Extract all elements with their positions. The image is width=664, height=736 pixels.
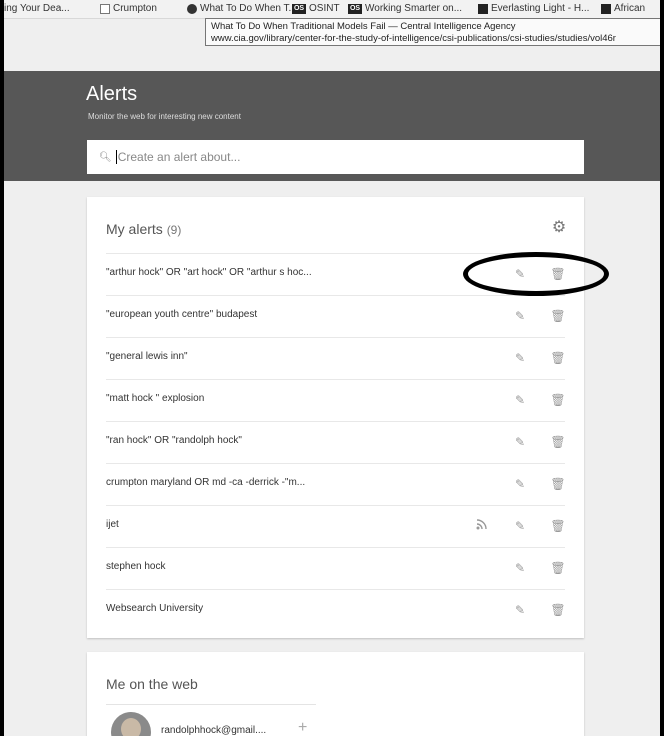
alert-label: stephen hock xyxy=(106,561,166,572)
bookmark-item[interactable]: What To Do When T... xyxy=(187,2,297,16)
cia-seal-icon xyxy=(187,4,197,14)
alerts-count: (9) xyxy=(166,223,182,237)
alert-row[interactable]: Websearch University ✎ 🗑︎ xyxy=(106,589,566,631)
my-alerts-heading: My alerts (9) xyxy=(106,221,181,237)
alert-label: "european youth centre" budapest xyxy=(106,309,258,320)
trash-icon[interactable]: 🗑︎ xyxy=(550,560,566,576)
trash-icon[interactable]: 🗑︎ xyxy=(550,434,566,450)
alert-row[interactable]: "matt hock " explosion ✎ 🗑︎ xyxy=(106,379,566,421)
page-icon xyxy=(100,4,110,14)
alert-label: "general lewis inn" xyxy=(106,351,188,362)
alert-label: "ran hock" OR "randolph hock" xyxy=(106,435,242,446)
bookmark-label: Everlasting Light - H... xyxy=(491,3,590,14)
trash-icon[interactable]: 🗑︎ xyxy=(550,266,566,282)
create-alert-search[interactable]: 🔍︎ xyxy=(87,140,584,174)
bookmarks-bar: ing Your Dea... Crumpton What To Do When… xyxy=(4,0,660,19)
bookmark-item[interactable]: OS OSINT xyxy=(292,2,340,16)
trash-icon[interactable]: 🗑︎ xyxy=(550,518,566,534)
bookmark-item[interactable]: African xyxy=(601,2,645,16)
tooltip-title: What To Do When Traditional Models Fail … xyxy=(211,21,516,32)
alert-row[interactable]: crumpton maryland OR md -ca -derrick -"m… xyxy=(106,463,566,505)
pencil-icon[interactable]: ✎ xyxy=(512,350,528,366)
alert-label: crumpton maryland OR md -ca -derrick -"m… xyxy=(106,477,306,488)
divider xyxy=(106,704,316,705)
os-icon: OS xyxy=(348,4,362,14)
alert-row[interactable]: "ran hock" OR "randolph hock" ✎ 🗑︎ xyxy=(106,421,566,463)
bookmark-label: Working Smarter on... xyxy=(365,3,463,14)
text-cursor xyxy=(115,150,117,164)
pencil-icon[interactable]: ✎ xyxy=(512,308,528,324)
trash-icon[interactable]: 🗑︎ xyxy=(550,476,566,492)
alert-label: ijet xyxy=(106,519,119,530)
me-on-the-web-title: Me on the web xyxy=(106,676,198,692)
rss-feed-icon[interactable] xyxy=(474,518,490,534)
bookmark-label: OSINT xyxy=(309,3,340,14)
search-icon: 🔍︎ xyxy=(99,151,112,163)
trash-icon[interactable]: 🗑︎ xyxy=(550,392,566,408)
os-icon: OS xyxy=(292,4,306,14)
create-alert-input[interactable] xyxy=(117,150,558,164)
pencil-icon[interactable]: ✎ xyxy=(512,560,528,576)
trash-icon[interactable]: 🗑︎ xyxy=(550,308,566,324)
pencil-icon[interactable]: ✎ xyxy=(512,476,528,492)
alert-row[interactable]: "european youth centre" budapest ✎ 🗑︎ xyxy=(106,295,566,337)
avatar xyxy=(111,712,151,736)
alert-label: "matt hock " explosion xyxy=(106,393,205,404)
page-subtitle: Monitor the web for interesting new cont… xyxy=(88,112,241,121)
bookmark-label: What To Do When T... xyxy=(200,3,297,14)
page-title: Alerts xyxy=(86,83,138,105)
tooltip-url: www.cia.gov/library/center-for-the-study… xyxy=(211,33,616,44)
trash-icon[interactable]: 🗑︎ xyxy=(550,602,566,618)
me-on-the-web-card: Me on the web randolphhock@gmail.... + xyxy=(87,652,584,736)
bookmark-label: ing Your Dea... xyxy=(4,3,70,14)
bookmark-item[interactable]: Everlasting Light - H... xyxy=(478,2,589,16)
alert-label: "arthur hock" OR "art hock" OR "arthur s… xyxy=(106,267,312,278)
bookmark-item[interactable]: ing Your Dea... xyxy=(4,2,70,16)
pencil-icon[interactable]: ✎ xyxy=(512,392,528,408)
pencil-icon[interactable]: ✎ xyxy=(512,602,528,618)
youtube-icon xyxy=(601,4,611,14)
pencil-icon[interactable]: ✎ xyxy=(512,266,528,282)
bookmark-label: Crumpton xyxy=(113,3,157,14)
my-alerts-title: My alerts xyxy=(106,221,163,237)
pencil-icon[interactable]: ✎ xyxy=(512,518,528,534)
my-alerts-card: My alerts (9) ⚙ "arthur hock" OR "art ho… xyxy=(87,197,584,638)
alert-row[interactable]: stephen hock ✎ 🗑︎ xyxy=(106,547,566,589)
trash-icon[interactable]: 🗑︎ xyxy=(550,350,566,366)
image-icon xyxy=(478,4,488,14)
bookmark-item[interactable]: Crumpton xyxy=(100,2,157,16)
bookmark-item[interactable]: OS Working Smarter on... xyxy=(348,2,462,16)
alert-label: Websearch University xyxy=(106,603,204,614)
link-tooltip: What To Do When Traditional Models Fail … xyxy=(205,18,660,46)
account-email: randolphhock@gmail.... xyxy=(161,725,267,736)
alert-row[interactable]: ijet ✎ 🗑︎ xyxy=(106,505,566,547)
pencil-icon[interactable]: ✎ xyxy=(512,434,528,450)
avatar-face xyxy=(121,718,141,736)
alert-row[interactable]: "arthur hock" OR "art hock" OR "arthur s… xyxy=(106,253,566,295)
gear-icon[interactable]: ⚙ xyxy=(550,219,568,237)
alert-row[interactable]: "general lewis inn" ✎ 🗑︎ xyxy=(106,337,566,379)
add-icon[interactable]: + xyxy=(298,719,307,736)
bookmark-label: African xyxy=(614,3,646,14)
browser-content: ing Your Dea... Crumpton What To Do When… xyxy=(4,0,660,736)
